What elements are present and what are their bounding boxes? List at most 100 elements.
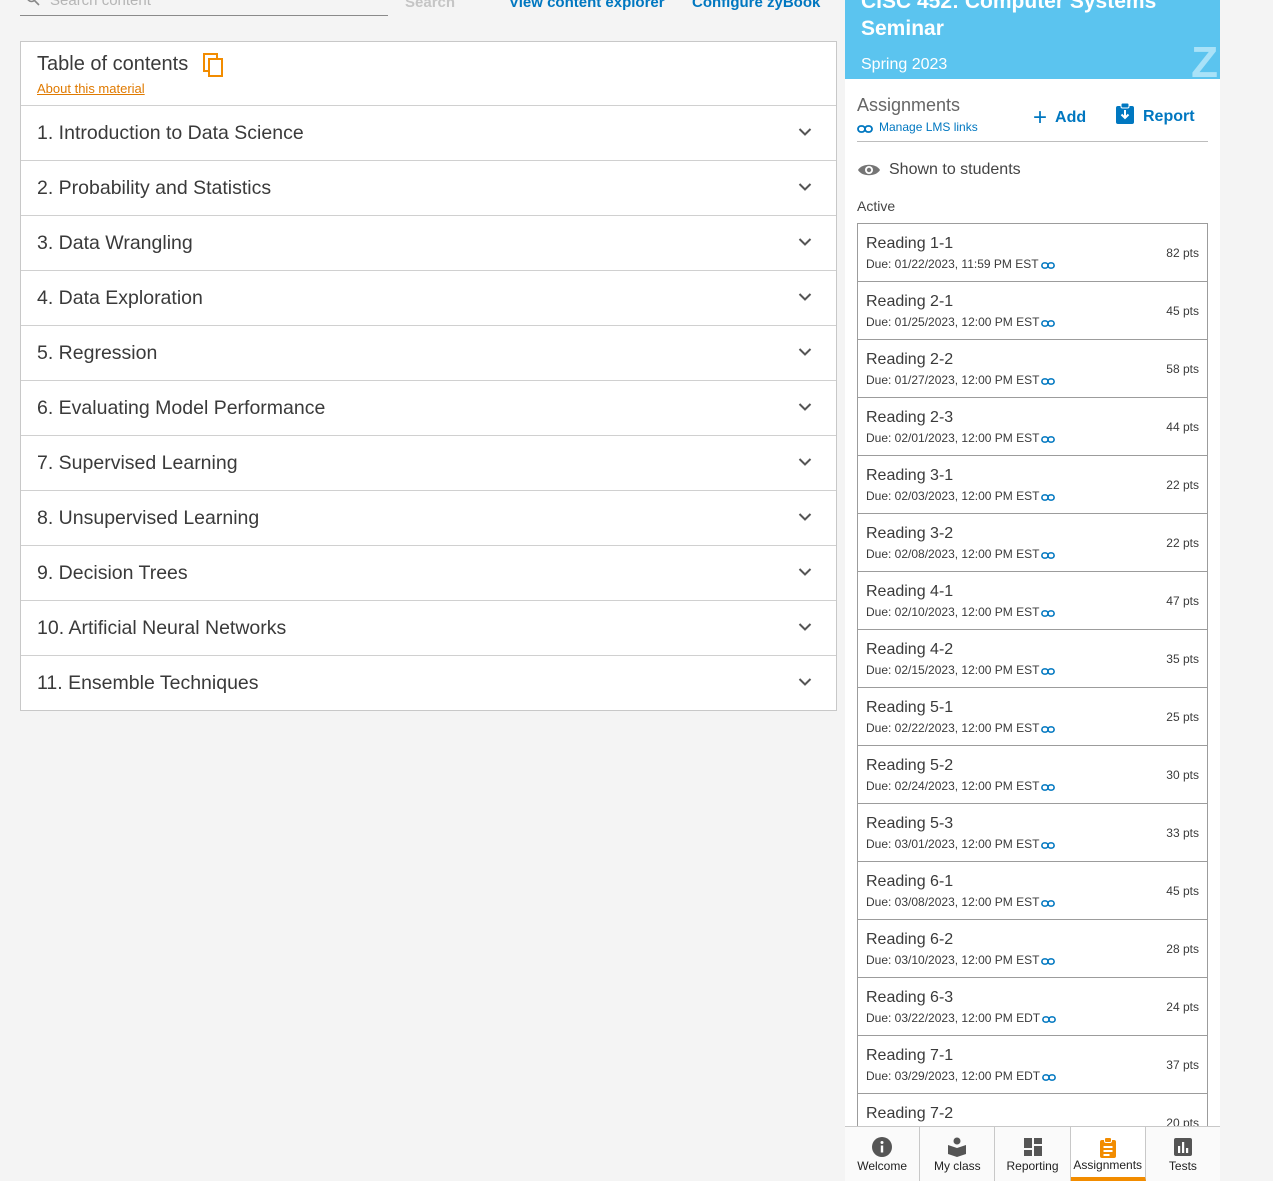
chevron-down-icon[interactable] — [798, 292, 812, 302]
tab-welcome[interactable]: Welcome — [845, 1127, 921, 1181]
assignment-row[interactable]: Reading 7-1 Due: 03/29/2023, 12:00 PM EDT… — [858, 1036, 1207, 1094]
assignment-row[interactable]: Reading 3-2 Due: 02/08/2023, 12:00 PM EST… — [858, 514, 1207, 572]
toc-chapter[interactable]: 5. Regression — [21, 326, 836, 381]
chevron-down-icon[interactable] — [798, 567, 812, 577]
assignment-points: 45 pts — [1166, 304, 1199, 318]
link-icon[interactable] — [1042, 1073, 1057, 1082]
assignment-points: 44 pts — [1166, 420, 1199, 434]
active-section-label: Active — [857, 198, 896, 214]
chevron-down-icon[interactable] — [798, 127, 812, 137]
link-icon[interactable] — [1041, 667, 1056, 676]
due-text: Due: 02/10/2023, 12:00 PM EST — [866, 605, 1040, 619]
toc-chapter[interactable]: 7. Supervised Learning — [21, 436, 836, 491]
assignment-row[interactable]: Reading 6-2 Due: 03/10/2023, 12:00 PM EST… — [858, 920, 1207, 978]
tab-assignments[interactable]: Assignments — [1070, 1127, 1146, 1181]
assignment-row[interactable]: Reading 5-1 Due: 02/22/2023, 12:00 PM EST… — [858, 688, 1207, 746]
toc-chapter[interactable]: 8. Unsupervised Learning — [21, 491, 836, 546]
assignment-row[interactable]: Reading 7-2 20 pts — [858, 1094, 1207, 1127]
chevron-down-icon[interactable] — [798, 677, 812, 687]
link-icon[interactable] — [1041, 551, 1056, 560]
assignment-row[interactable]: Reading 3-1 Due: 02/03/2023, 12:00 PM EST… — [858, 456, 1207, 514]
link-icon[interactable] — [1041, 609, 1056, 618]
assignment-name: Reading 6-2 — [866, 931, 954, 948]
info-icon — [872, 1137, 893, 1157]
toc-chapter[interactable]: 1. Introduction to Data Science — [21, 106, 836, 161]
assignment-row[interactable]: Reading 2-3 Due: 02/01/2023, 12:00 PM EST… — [858, 398, 1207, 456]
link-icon[interactable] — [1041, 377, 1056, 386]
toc-chapter[interactable]: 4. Data Exploration — [21, 271, 836, 326]
toc-chapter[interactable]: 9. Decision Trees — [21, 546, 836, 601]
assignment-row[interactable]: Reading 2-1 Due: 01/25/2023, 12:00 PM EST… — [858, 282, 1207, 340]
manage-lms-links[interactable]: Manage LMS links — [857, 120, 978, 134]
assignment-icon — [1099, 1137, 1116, 1158]
assignment-row[interactable]: Reading 4-1 Due: 02/10/2023, 12:00 PM EST… — [858, 572, 1207, 630]
assignment-due: Due: 02/01/2023, 12:00 PM EST — [866, 431, 1056, 445]
search-input[interactable]: Search content — [20, 0, 388, 16]
add-assignment-button[interactable]: + Add — [1033, 104, 1086, 132]
link-icon[interactable] — [1040, 261, 1055, 270]
due-text: Due: 01/22/2023, 11:59 PM EST — [866, 257, 1039, 271]
assignment-row[interactable]: Reading 1-1 Due: 01/22/2023, 11:59 PM EST… — [858, 224, 1207, 282]
assignment-due: Due: 03/29/2023, 12:00 PM EDT — [866, 1069, 1057, 1083]
link-icon[interactable] — [1041, 493, 1056, 502]
assignment-row[interactable]: Reading 6-3 Due: 03/22/2023, 12:00 PM EDT… — [858, 978, 1207, 1036]
report-label: Report — [1143, 108, 1195, 125]
assignment-name: Reading 2-1 — [866, 293, 954, 310]
assignment-points: 82 pts — [1166, 246, 1199, 260]
link-icon[interactable] — [1041, 435, 1056, 444]
bottom-nav: Welcome My class Reporting Assignments T… — [845, 1126, 1220, 1181]
chevron-down-icon[interactable] — [798, 402, 812, 412]
chevron-down-icon[interactable] — [798, 512, 812, 522]
configure-zybook-link[interactable]: Configure zyBook — [692, 0, 820, 11]
toc-chapter[interactable]: 3. Data Wrangling — [21, 216, 836, 271]
shown-label: Shown to students — [889, 161, 1021, 178]
chapter-title: 2. Probability and Statistics — [37, 177, 272, 199]
chevron-down-icon[interactable] — [798, 237, 812, 247]
link-icon[interactable] — [1041, 957, 1056, 966]
chevron-down-icon[interactable] — [798, 457, 812, 467]
toc-chapter[interactable]: 2. Probability and Statistics — [21, 161, 836, 216]
assignment-row[interactable]: Reading 2-2 Due: 01/27/2023, 12:00 PM EST… — [858, 340, 1207, 398]
zybooks-logo: Z — [1191, 38, 1218, 79]
assignment-due: Due: 02/03/2023, 12:00 PM EST — [866, 489, 1056, 503]
link-icon[interactable] — [1041, 899, 1056, 908]
assignment-row[interactable]: Reading 6-1 Due: 03/08/2023, 12:00 PM EST… — [858, 862, 1207, 920]
assignment-due: Due: 02/08/2023, 12:00 PM EST — [866, 547, 1056, 561]
tab-my-class[interactable]: My class — [920, 1127, 996, 1181]
assignment-row[interactable]: Reading 4-2 Due: 02/15/2023, 12:00 PM EST… — [858, 630, 1207, 688]
due-text: Due: 02/24/2023, 12:00 PM EST — [866, 779, 1040, 793]
assignment-points: 33 pts — [1166, 826, 1199, 840]
assignment-name: Reading 2-2 — [866, 351, 954, 368]
link-icon[interactable] — [1041, 783, 1056, 792]
visibility-toggle[interactable]: Shown to students — [857, 161, 1021, 179]
about-material-link[interactable]: About this material — [37, 81, 145, 96]
assignment-row[interactable]: Reading 5-2 Due: 02/24/2023, 12:00 PM EST… — [858, 746, 1207, 804]
link-icon[interactable] — [1041, 725, 1056, 734]
link-icon[interactable] — [1041, 841, 1056, 850]
search-icon — [27, 0, 40, 6]
chapter-title: 10. Artificial Neural Networks — [37, 617, 287, 639]
assignment-due: Due: 02/15/2023, 12:00 PM EST — [866, 663, 1056, 677]
copy-icon[interactable] — [201, 51, 225, 77]
assignment-name: Reading 6-1 — [866, 873, 954, 890]
link-icon[interactable] — [1041, 319, 1056, 328]
assignment-row[interactable]: Reading 5-3 Due: 03/01/2023, 12:00 PM EST… — [858, 804, 1207, 862]
tab-tests[interactable]: Tests — [1146, 1127, 1220, 1181]
dashboard-icon — [1023, 1138, 1042, 1156]
toc-chapter[interactable]: 11. Ensemble Techniques — [21, 656, 836, 710]
chapter-title: 1. Introduction to Data Science — [37, 122, 304, 144]
view-content-explorer-link[interactable]: View content explorer — [509, 0, 665, 11]
chapter-title: 3. Data Wrangling — [37, 232, 193, 254]
toc-chapter[interactable]: 6. Evaluating Model Performance — [21, 381, 836, 436]
link-icon[interactable] — [1042, 1015, 1057, 1024]
assignment-due: Due: 03/10/2023, 12:00 PM EST — [866, 953, 1056, 967]
chevron-down-icon[interactable] — [798, 347, 812, 357]
tab-reporting[interactable]: Reporting — [995, 1127, 1071, 1181]
toc-chapter[interactable]: 10. Artificial Neural Networks — [21, 601, 836, 656]
tab-label: Welcome — [857, 1159, 907, 1173]
chevron-down-icon[interactable] — [798, 182, 812, 192]
report-button[interactable]: Report — [1115, 102, 1195, 126]
eye-icon — [858, 164, 880, 176]
search-button[interactable]: Search — [405, 0, 455, 11]
chevron-down-icon[interactable] — [798, 622, 812, 632]
